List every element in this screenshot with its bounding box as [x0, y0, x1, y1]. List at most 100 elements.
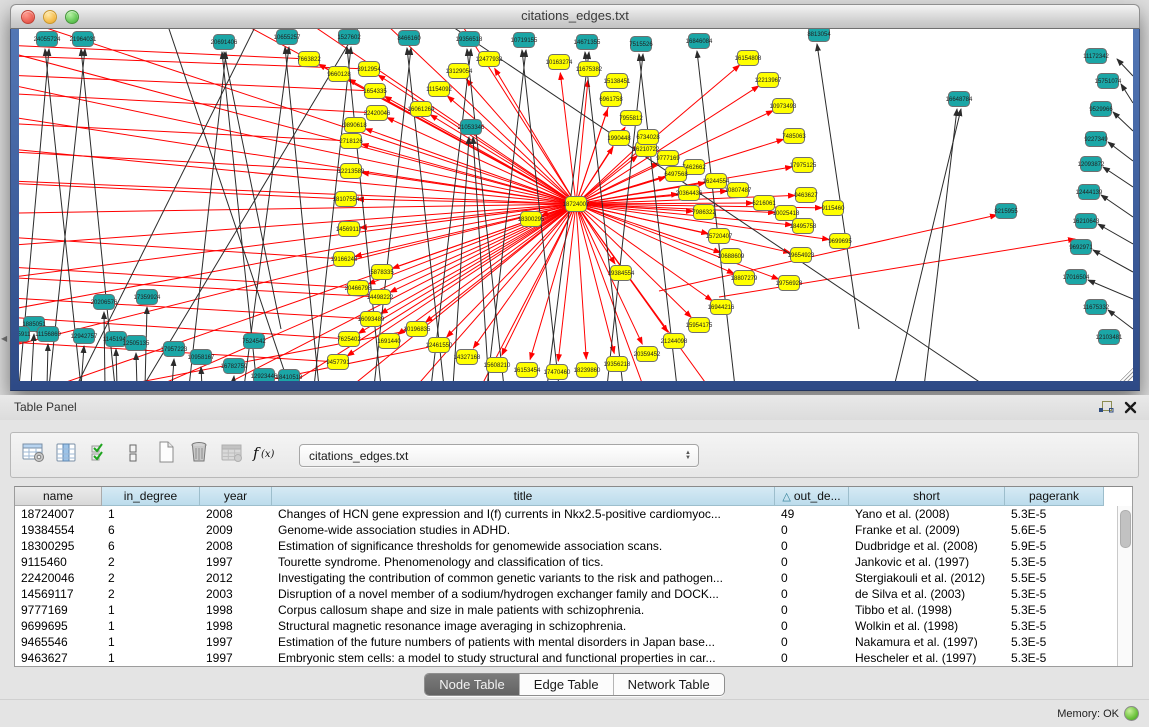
graph-node[interactable]: 11675332	[1083, 300, 1110, 315]
graph-node[interactable]: 9115460	[822, 201, 846, 216]
graph-node[interactable]: 9463627	[794, 188, 818, 203]
graph-node[interactable]: 17470460	[544, 365, 571, 380]
graph-node[interactable]: 12461550	[426, 338, 453, 353]
graph-node[interactable]: 10655257	[274, 30, 301, 45]
graph-node[interactable]: 9777169	[656, 151, 680, 166]
table-cell-in_degree[interactable]: 1	[102, 618, 200, 634]
table-row[interactable]: 2242004622012Investigating the contribut…	[15, 570, 1117, 586]
table-row[interactable]: 969969511998Structural magnetic resonanc…	[15, 618, 1117, 634]
table-cell-out_degree[interactable]: 0	[775, 602, 849, 618]
table-cell-pagerank[interactable]: 5.3E-5	[1005, 618, 1104, 634]
graph-node[interactable]: 20364436	[676, 186, 703, 201]
tab-node-table[interactable]: Node Table	[425, 674, 520, 695]
graph-node[interactable]: 7625402	[337, 332, 361, 347]
graph-node[interactable]: 17957223	[161, 342, 188, 357]
graph-node[interactable]: 15608210	[484, 358, 511, 373]
graph-node[interactable]: 3912954	[357, 62, 381, 77]
table-cell-short[interactable]: Nakamura et al. (1997)	[849, 634, 1005, 650]
graph-node[interactable]: 9699695	[828, 234, 852, 249]
table-row[interactable]: 1938455462009Genome-wide association stu…	[15, 522, 1117, 538]
table-cell-year[interactable]: 1998	[200, 602, 272, 618]
graph-node[interactable]: 12505135	[123, 336, 150, 351]
table-column-button[interactable]	[52, 440, 82, 472]
graph-node[interactable]: 16154808	[735, 51, 762, 66]
graph-node[interactable]: 16244554	[703, 174, 730, 189]
table-row[interactable]: 977716911998Corpus callosum shape and si…	[15, 602, 1117, 618]
table-cell-short[interactable]: Franke et al. (2009)	[849, 522, 1005, 538]
graph-node[interactable]: 19166248	[331, 252, 358, 267]
graph-node[interactable]: 12103481	[1096, 330, 1123, 345]
graph-node[interactable]: 18807279	[731, 271, 758, 286]
function-button[interactable]: f(x)	[250, 440, 280, 472]
graph-node[interactable]: 14327168	[454, 350, 481, 365]
table-cell-year[interactable]: 2009	[200, 522, 272, 538]
new-document-button[interactable]	[151, 439, 181, 471]
graph-node[interactable]: 19384554	[608, 266, 635, 281]
graph-node[interactable]: 12093872	[1078, 157, 1105, 172]
graph-node[interactable]: 11154092	[426, 82, 452, 97]
graph-node[interactable]: 17359924	[134, 290, 161, 305]
row-height-button[interactable]	[118, 440, 148, 472]
graph-node[interactable]: 16210643	[1073, 214, 1100, 229]
table-cell-title[interactable]: Tourette syndrome. Phenomenology and cla…	[272, 554, 775, 570]
graph-node[interactable]: 5878335	[370, 265, 394, 280]
graph-node[interactable]: 11172342	[1083, 49, 1109, 64]
graph-node[interactable]: 20691406	[211, 35, 238, 50]
vertical-scrollbar[interactable]	[1117, 506, 1132, 666]
table-cell-pagerank[interactable]: 5.9E-5	[1005, 538, 1104, 554]
scrollbar-thumb[interactable]	[1120, 510, 1131, 548]
table-cell-short[interactable]: Wolkin et al. (1998)	[849, 618, 1005, 634]
table-cell-year[interactable]: 2003	[200, 586, 272, 602]
graph-node[interactable]: 16846084	[686, 34, 713, 49]
graph-node[interactable]: 18724007	[563, 197, 590, 212]
graph-node[interactable]: 21244098	[661, 334, 688, 349]
table-cell-pagerank[interactable]: 5.5E-5	[1005, 570, 1104, 586]
table-cell-out_degree[interactable]: 0	[775, 650, 849, 666]
graph-node[interactable]: 11156869	[35, 327, 61, 342]
table-cell-out_degree[interactable]: 0	[775, 522, 849, 538]
graph-node[interactable]: 21053346	[458, 120, 485, 135]
table-cell-name[interactable]: 9115460	[15, 554, 102, 570]
tab-network-table[interactable]: Network Table	[614, 674, 724, 695]
graph-node[interactable]: 18300295	[518, 212, 545, 227]
graph-node[interactable]: 9457791	[326, 355, 350, 370]
graph-node[interactable]: 7986322	[692, 205, 716, 220]
graph-node[interactable]: 11675382	[576, 62, 603, 77]
table-cell-name[interactable]: 18300295	[15, 538, 102, 554]
table-settings-button[interactable]	[19, 440, 49, 472]
graph-node[interactable]: 9692971	[1069, 240, 1093, 255]
graph-node[interactable]: 10958167	[188, 350, 215, 365]
graph-node[interactable]: 1527602	[337, 30, 361, 45]
table-cell-in_degree[interactable]: 2	[102, 554, 200, 570]
graph-node[interactable]: 9529966	[1089, 102, 1113, 117]
table-cell-name[interactable]: 9465546	[15, 634, 102, 650]
graph-node[interactable]: 1990448	[607, 131, 631, 146]
graph-node[interactable]: 14671355	[574, 35, 601, 50]
table-cell-in_degree[interactable]: 2	[102, 570, 200, 586]
graph-node[interactable]: 12477932	[476, 52, 503, 67]
graph-node[interactable]: 15138451	[604, 74, 631, 89]
network-window[interactable]: citations_edges.txt 24055724219640312069…	[10, 4, 1140, 390]
column-header-pagerank[interactable]: pagerank	[1005, 487, 1104, 506]
graph-node[interactable]: 18239860	[574, 363, 601, 378]
graph-node[interactable]: 19356218	[604, 357, 631, 372]
table-cell-in_degree[interactable]: 2	[102, 586, 200, 602]
graph-node[interactable]: 12923446	[251, 369, 278, 382]
table-cell-short[interactable]: Jankovic et al. (1997)	[849, 554, 1005, 570]
graph-node[interactable]: 9660128	[327, 67, 351, 82]
table-cell-short[interactable]: Hescheler et al. (1997)	[849, 650, 1005, 666]
graph-node[interactable]: 8466160	[397, 31, 421, 46]
table-row[interactable]: 1872400712008Changes of HCN gene express…	[15, 506, 1117, 522]
table-cell-name[interactable]: 14569117	[15, 586, 102, 602]
graph-node[interactable]: 15954175	[686, 318, 713, 333]
graph-node[interactable]: 19356518	[456, 32, 483, 47]
hidden-panel-arrow[interactable]: ◀	[1, 334, 7, 343]
graph-node[interactable]: 6216061	[752, 196, 776, 211]
table-cell-title[interactable]: Estimation of the future numbers of pati…	[272, 634, 775, 650]
graph-node[interactable]: 17016504	[1063, 270, 1090, 285]
table-cell-year[interactable]: 2012	[200, 570, 272, 586]
graph-node[interactable]: 6497568	[664, 167, 688, 182]
graph-node[interactable]: 10196835	[404, 322, 431, 337]
table-cell-out_degree[interactable]: 0	[775, 634, 849, 650]
graph-node[interactable]: 22420046	[364, 106, 391, 121]
